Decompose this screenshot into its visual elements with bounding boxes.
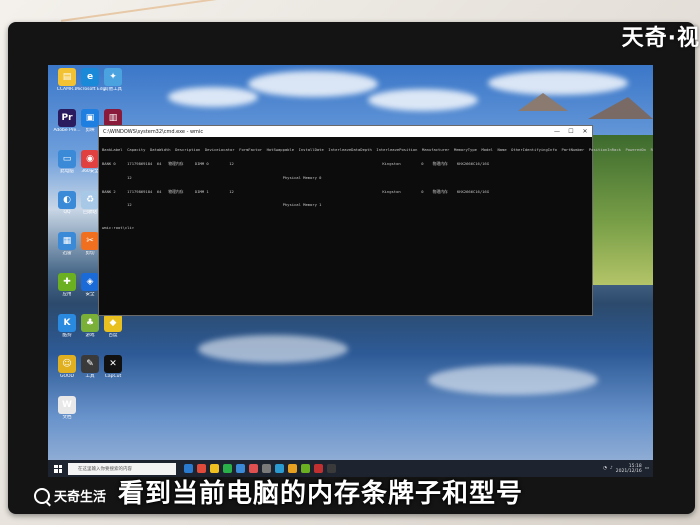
brand-watermark: 天奇·视 bbox=[621, 26, 700, 51]
taskbar-app-icon[interactable] bbox=[184, 464, 193, 473]
desktop-shortcut[interactable]: W 文档 bbox=[52, 396, 82, 432]
desktop-shortcut-label: 其他工具 bbox=[104, 87, 122, 92]
brand-logo: 天奇生活 bbox=[34, 486, 106, 505]
mountain bbox=[588, 97, 653, 119]
app4-icon: ◉ bbox=[81, 150, 99, 168]
taskbar-app-icon[interactable] bbox=[275, 464, 284, 473]
minimize-icon[interactable]: — bbox=[550, 128, 564, 135]
app12-icon: ♣ bbox=[81, 314, 99, 332]
maximize-icon[interactable]: ☐ bbox=[564, 128, 578, 135]
desktop-screen: ▤ CCAMR... e Microsoft Edge ✦ 其他工具 Pr Adobe Pre… bbox=[48, 65, 653, 477]
file-icon: W bbox=[58, 396, 76, 414]
cmd-titlebar[interactable]: C:\WINDOWS\system32\cmd.exe - wmic — ☐ ✕ bbox=[99, 126, 592, 137]
app2-icon: ▣ bbox=[81, 109, 99, 127]
volume-tray-icon[interactable]: ♪ bbox=[610, 466, 613, 471]
taskbar-app-icon[interactable] bbox=[288, 464, 297, 473]
cmd-line: BankLabel Capacity DataWidth Description… bbox=[102, 147, 653, 153]
premiere-icon: Pr bbox=[58, 109, 76, 127]
cmd-line: 12 Physical Memory 0 bbox=[102, 174, 322, 180]
computer-icon: ▭ bbox=[58, 150, 76, 168]
taskbar-app-icon[interactable] bbox=[262, 464, 271, 473]
windows-start-icon[interactable] bbox=[51, 462, 65, 476]
taskbar-app-icons bbox=[184, 464, 336, 473]
close-icon[interactable]: ✕ bbox=[578, 128, 592, 135]
brand-logo-text: 天奇生活 bbox=[54, 490, 107, 505]
desktop-shortcut-label: 百度 bbox=[108, 333, 118, 338]
cmd-title-text: C:\WINDOWS\system32\cmd.exe - wmic bbox=[103, 128, 204, 135]
app6-icon: ▦ bbox=[58, 232, 76, 250]
app-icon: ✦ bbox=[104, 68, 122, 86]
magnifier-logo-icon bbox=[34, 487, 50, 504]
app14-icon: ☺ bbox=[58, 355, 76, 373]
taskbar-app-icon[interactable] bbox=[236, 464, 245, 473]
desktop-shortcut-label: CapCut bbox=[104, 374, 122, 379]
cmd-line: 12 Physical Memory 1 bbox=[102, 202, 322, 208]
capcut-icon: ✕ bbox=[104, 355, 122, 373]
network-tray-icon[interactable]: ◔ bbox=[603, 466, 607, 471]
cloud bbox=[488, 71, 628, 95]
cmd-window[interactable]: C:\WINDOWS\system32\cmd.exe - wmic — ☐ ✕… bbox=[98, 125, 653, 316]
app13-icon: ◆ bbox=[104, 314, 122, 332]
cloud bbox=[368, 89, 478, 111]
cmd-prompt: wmic:root\cli> bbox=[102, 225, 135, 231]
cmd-line: BANK 0 17179869184 64 物理内存 DIMM 0 12 Kin… bbox=[102, 160, 489, 166]
taskbar-app-icon[interactable] bbox=[327, 464, 336, 473]
app5-icon: ◐ bbox=[58, 191, 76, 209]
cmd-line: BANK 2 17179869184 64 物理内存 DIMM 1 12 Kin… bbox=[102, 188, 489, 194]
cloud bbox=[248, 71, 378, 97]
taskbar-app-icon[interactable] bbox=[210, 464, 219, 473]
app7-icon: ✂ bbox=[81, 232, 99, 250]
taskbar-app-icon[interactable] bbox=[314, 464, 323, 473]
cmd-console[interactable]: BankLabel Capacity DataWidth Description… bbox=[99, 137, 653, 242]
app8-icon: ✚ bbox=[58, 273, 76, 291]
notification-icon[interactable]: ▭ bbox=[645, 466, 649, 471]
taskbar-clock[interactable]: 15:18 2021/12/16 bbox=[616, 464, 642, 474]
app15-icon: ✎ bbox=[81, 355, 99, 373]
desktop-shortcut[interactable]: ◆ 百度 bbox=[98, 314, 128, 350]
taskbar-app-icon[interactable] bbox=[197, 464, 206, 473]
edge-icon: e bbox=[81, 68, 99, 86]
forest bbox=[583, 135, 653, 285]
cloud bbox=[428, 365, 598, 395]
recycle-bin-icon: ♻ bbox=[81, 191, 99, 209]
system-tray: ◔ ♪ 15:18 2021/12/16 ▭ bbox=[603, 464, 649, 474]
doc-icon: ▤ bbox=[58, 68, 76, 86]
taskbar-app-icon[interactable] bbox=[223, 464, 232, 473]
desktop-shortcut[interactable]: ✕ CapCut bbox=[98, 355, 128, 391]
taskbar-app-icon[interactable] bbox=[249, 464, 258, 473]
desktop-shortcut[interactable]: ✦ 其他工具 bbox=[98, 68, 128, 104]
app11-icon: K bbox=[58, 314, 76, 332]
mountain bbox=[518, 93, 568, 111]
app9-icon: ◈ bbox=[81, 273, 99, 291]
cloud bbox=[168, 87, 258, 107]
video-subtitle: 看到当前电脑的内存条牌子和型号 bbox=[118, 479, 524, 509]
desktop-shortcut-label: 文档 bbox=[62, 415, 72, 420]
cloud bbox=[198, 335, 348, 363]
taskbar-app-icon[interactable] bbox=[301, 464, 310, 473]
clock-date: 2021/12/16 bbox=[615, 468, 642, 474]
